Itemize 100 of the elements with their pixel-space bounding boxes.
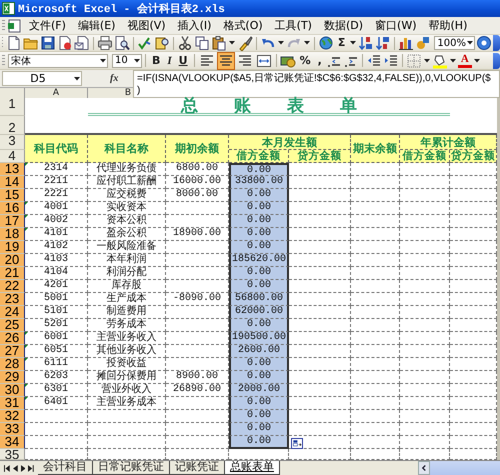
table-cell: 0.00 [229,267,289,280]
name-box[interactable]: D5 [2,71,82,86]
row-header[interactable]: 34 [0,436,25,449]
table-cell: 6401 [25,397,88,410]
percent-style-button[interactable]: % [296,54,314,68]
menu-item[interactable]: 工具(T) [268,18,318,32]
row-header[interactable]: 28 [0,358,25,371]
table-cell: 0.00 [229,280,289,293]
table-cell: 0.00 [229,436,289,449]
row-header[interactable]: 14 [0,176,25,189]
table-cell: 营业外收入 [88,384,166,397]
window-title: Microsoft Excel - 会计科目表2.xls [18,2,225,16]
row-header[interactable]: 35 [0,449,25,460]
table-cell: 185620.00 [229,254,289,267]
row-header[interactable]: 4 [0,150,25,163]
table-cell: 4002 [25,215,88,228]
table-cell: 代理业务负债 [88,163,166,176]
font-dropdown[interactable]: 宋体 [8,54,108,68]
row-header[interactable]: 29 [0,371,25,384]
comma-style-button[interactable]: , [314,54,325,68]
row-header[interactable]: 21 [0,267,25,280]
table-cell: 一般风险准备 [88,241,166,254]
table-cell: 190500.00 [229,332,289,345]
table-cell: 应交税费 [88,189,166,202]
zoom-dropdown[interactable]: 100% [434,36,475,50]
row-header[interactable]: 27 [0,345,25,358]
row-header[interactable]: 32 [0,410,25,423]
header-cell: 贷方金额 [450,150,497,163]
row-header[interactable]: 2 [0,116,25,135]
table-cell: 0.00 [229,189,289,202]
row-header[interactable]: 30 [0,384,25,397]
column-header[interactable]: B [88,88,133,98]
autosum-button[interactable]: Σ [334,36,348,50]
row-header[interactable]: 31 [0,397,25,410]
sheet-tab[interactable]: 总账表单 [225,461,280,475]
table-cell: 0.00 [229,371,289,384]
header-cell: 期初余额 [166,135,229,163]
table-cell: 资本公积 [88,215,166,228]
table-cell: 实收资本 [88,202,166,215]
table-cell: 0.00 [229,215,289,228]
menu-item[interactable]: 窗口(W) [369,18,422,32]
table-cell: 盈余公积 [88,228,166,241]
menu-item[interactable]: 帮助(H) [422,18,474,32]
row-header[interactable]: 26 [0,332,25,345]
menu-item[interactable]: 数据(D) [318,18,370,32]
table-cell: 6203 [25,371,88,384]
row-header[interactable]: 13 [0,163,25,176]
table-cell: 库存股 [88,280,166,293]
row-header[interactable]: 20 [0,254,25,267]
table-cell: 0.00 [229,202,289,215]
row-header[interactable]: 3 [0,135,25,150]
table-cell: 62000.00 [229,306,289,319]
table-cell: 5101 [25,306,88,319]
table-cell: 6301 [25,384,88,397]
table-cell: 56800.00 [229,293,289,306]
menu-item[interactable]: 文件(F) [23,18,72,32]
row-header[interactable]: 15 [0,189,25,202]
table-cell: 0.00 [229,423,289,436]
header-cell: 科目代码 [25,135,88,163]
table-cell: 0.00 [229,241,289,254]
row-header[interactable]: 19 [0,241,25,254]
font-style-button[interactable]: I [164,54,175,68]
row-header[interactable]: 24 [0,306,25,319]
table-cell: 2211 [25,176,88,189]
table-cell: 4001 [25,202,88,215]
table-cell: 4102 [25,241,88,254]
sheet-title: 总账表单 [88,98,450,116]
table-cell: 0.00 [229,319,289,332]
font-style-button[interactable]: B [149,54,164,68]
table-cell: 2600.00 [229,345,289,358]
row-header[interactable]: 25 [0,319,25,332]
row-header[interactable]: 33 [0,423,25,436]
row-header[interactable]: 1 [0,98,25,116]
table-cell: 0.00 [229,358,289,371]
insert-function-button[interactable]: fx [110,73,118,84]
table-cell: 2221 [25,189,88,202]
header-cell: 贷方金额 [289,150,351,163]
menu-item[interactable]: 格式(O) [217,18,269,32]
table-cell: 生产成本 [88,293,166,306]
font-style-button[interactable]: U [176,54,191,68]
row-header[interactable]: 18 [0,228,25,241]
row-header[interactable]: 23 [0,293,25,306]
sheet-tab[interactable]: 日常记账凭证 [93,461,170,475]
table-cell: 摊回分保费用 [88,371,166,384]
sheet-tab[interactable]: 会计科目 [38,461,93,475]
row-header[interactable]: 16 [0,202,25,215]
row-header[interactable]: 17 [0,215,25,228]
column-header[interactable]: A [25,88,88,98]
table-cell: 0.00 [229,163,289,176]
table-cell: 本年利润 [88,254,166,267]
menu-item[interactable]: 编辑(E) [72,18,122,32]
table-cell: 制造费用 [88,306,166,319]
font-size-dropdown[interactable]: 10 [112,54,142,68]
menu-item[interactable]: 视图(V) [121,18,172,32]
font-color-button[interactable]: A [458,54,472,68]
formula-field[interactable]: =IF(ISNA(VLOOKUP($A5,日常记账凭证!$C$6:$G$32,4,FALSE)),0,VLOOKUP($ ) [133,70,500,98]
row-header[interactable]: 22 [0,280,25,293]
table-cell: 0.00 [229,397,289,410]
header-cell: 年累计金额 [400,135,497,150]
menu-item[interactable]: 插入(I) [172,18,218,32]
